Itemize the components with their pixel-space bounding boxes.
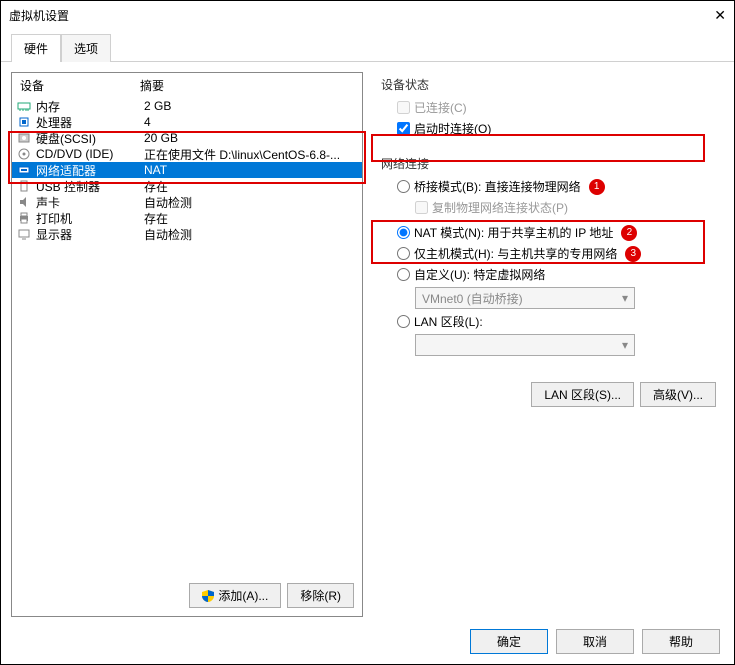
device-summary: 正在使用文件 D:\linux\CentOS-6.8-...: [144, 146, 358, 163]
list-item[interactable]: 硬盘(SCSI) 20 GB: [12, 130, 362, 146]
connected-label: 已连接(C): [414, 99, 467, 116]
connect-on-checkbox-row[interactable]: 启动时连接(O): [397, 120, 716, 137]
list-item-selected[interactable]: 网络适配器 NAT: [12, 162, 362, 178]
net-group-label: 网络连接: [381, 155, 716, 172]
close-icon[interactable]: ✕: [714, 7, 726, 24]
device-summary: NAT: [144, 163, 358, 177]
device-name: 声卡: [36, 194, 144, 211]
ok-label: 确定: [497, 633, 521, 650]
replicate-label: 复制物理网络连接状态(P): [432, 199, 568, 216]
bridged-radio-row[interactable]: 桥接模式(B): 直接连接物理网络 1: [397, 178, 716, 195]
cpu-icon: [16, 114, 32, 130]
left-button-bar: 添加(A)... 移除(R): [189, 583, 354, 608]
lan-radio[interactable]: [397, 315, 410, 328]
custom-select-value: VMnet0 (自动桥接): [422, 290, 523, 307]
title-bar: 虚拟机设置 ✕: [1, 1, 734, 29]
help-label: 帮助: [669, 633, 693, 650]
device-name: 显示器: [36, 226, 144, 243]
connected-checkbox: [397, 101, 410, 114]
add-button-label: 添加(A)...: [218, 587, 268, 604]
window-title: 虚拟机设置: [9, 7, 69, 24]
add-button[interactable]: 添加(A)...: [189, 583, 281, 608]
advanced-label: 高级(V)...: [653, 386, 703, 403]
badge-3: 3: [625, 246, 641, 262]
device-name: USB 控制器: [36, 178, 144, 195]
connect-on-label: 启动时连接(O): [414, 120, 491, 137]
connect-on-checkbox[interactable]: [397, 122, 410, 135]
header-summary: 摘要: [140, 77, 164, 94]
dialog-button-bar: 确定 取消 帮助: [470, 629, 720, 654]
disk-icon: [16, 130, 32, 146]
lan-label: LAN 区段(L):: [414, 313, 483, 330]
replicate-checkbox: [415, 201, 428, 214]
list-item[interactable]: CD/DVD (IDE) 正在使用文件 D:\linux\CentOS-6.8-…: [12, 146, 362, 162]
badge-1: 1: [589, 179, 605, 195]
tab-options[interactable]: 选项: [61, 34, 111, 62]
content-area: 设备 摘要 内存 2 GB 处理器 4 硬盘(SCSI) 20 GB CD/DV…: [1, 62, 734, 627]
lan-segment-button[interactable]: LAN 区段(S)...: [531, 382, 634, 407]
list-item[interactable]: 处理器 4: [12, 114, 362, 130]
help-button[interactable]: 帮助: [642, 629, 720, 654]
list-header: 设备 摘要: [12, 73, 362, 98]
device-list: 内存 2 GB 处理器 4 硬盘(SCSI) 20 GB CD/DVD (IDE…: [12, 98, 362, 242]
cancel-button[interactable]: 取消: [556, 629, 634, 654]
bridged-radio[interactable]: [397, 180, 410, 193]
device-summary: 自动检测: [144, 194, 358, 211]
device-summary: 自动检测: [144, 226, 358, 243]
device-summary: 存在: [144, 178, 358, 195]
cancel-label: 取消: [583, 633, 607, 650]
memory-icon: [16, 98, 32, 114]
cd-icon: [16, 146, 32, 162]
connected-checkbox-row: 已连接(C): [397, 99, 716, 116]
device-name: CD/DVD (IDE): [36, 147, 144, 161]
nat-radio[interactable]: [397, 226, 410, 239]
tab-hardware[interactable]: 硬件: [11, 34, 61, 62]
custom-label: 自定义(U): 特定虚拟网络: [414, 266, 545, 283]
custom-radio[interactable]: [397, 268, 410, 281]
custom-select: VMnet0 (自动桥接): [415, 287, 635, 309]
remove-button[interactable]: 移除(R): [287, 583, 354, 608]
list-item[interactable]: 打印机 存在: [12, 210, 362, 226]
device-summary: 20 GB: [144, 131, 358, 145]
list-item[interactable]: 声卡 自动检测: [12, 194, 362, 210]
tab-bar: 硬件 选项: [1, 29, 734, 62]
device-name: 内存: [36, 98, 144, 115]
sound-icon: [16, 194, 32, 210]
hostonly-label: 仅主机模式(H): 与主机共享的专用网络: [414, 245, 617, 262]
device-summary: 4: [144, 115, 358, 129]
header-device: 设备: [20, 77, 140, 94]
printer-icon: [16, 210, 32, 226]
device-name: 硬盘(SCSI): [36, 130, 144, 147]
usb-icon: [16, 178, 32, 194]
display-icon: [16, 226, 32, 242]
device-summary: 2 GB: [144, 99, 358, 113]
status-group-label: 设备状态: [381, 76, 716, 93]
advanced-button[interactable]: 高级(V)...: [640, 382, 716, 407]
hostonly-radio[interactable]: [397, 247, 410, 260]
right-button-bar: LAN 区段(S)... 高级(V)...: [531, 382, 716, 407]
nic-icon: [16, 162, 32, 178]
device-name: 网络适配器: [36, 162, 144, 179]
device-name: 打印机: [36, 210, 144, 227]
replicate-checkbox-row: 复制物理网络连接状态(P): [415, 199, 716, 216]
nat-label: NAT 模式(N): 用于共享主机的 IP 地址: [414, 224, 613, 241]
hostonly-radio-row[interactable]: 仅主机模式(H): 与主机共享的专用网络 3: [397, 245, 716, 262]
nat-radio-row[interactable]: NAT 模式(N): 用于共享主机的 IP 地址 2: [397, 224, 716, 241]
settings-panel: 设备状态 已连接(C) 启动时连接(O) 网络连接 桥接模式(B): 直接连接物…: [373, 72, 724, 617]
lan-segment-label: LAN 区段(S)...: [544, 386, 621, 403]
list-item[interactable]: 内存 2 GB: [12, 98, 362, 114]
list-item[interactable]: 显示器 自动检测: [12, 226, 362, 242]
remove-button-label: 移除(R): [300, 587, 341, 604]
device-summary: 存在: [144, 210, 358, 227]
list-item[interactable]: USB 控制器 存在: [12, 178, 362, 194]
bridged-label: 桥接模式(B): 直接连接物理网络: [414, 178, 581, 195]
device-panel: 设备 摘要 内存 2 GB 处理器 4 硬盘(SCSI) 20 GB CD/DV…: [11, 72, 363, 617]
shield-icon: [202, 590, 214, 602]
lan-select: [415, 334, 635, 356]
ok-button[interactable]: 确定: [470, 629, 548, 654]
custom-radio-row[interactable]: 自定义(U): 特定虚拟网络: [397, 266, 716, 283]
badge-2: 2: [621, 225, 637, 241]
device-name: 处理器: [36, 114, 144, 131]
lan-radio-row[interactable]: LAN 区段(L):: [397, 313, 716, 330]
